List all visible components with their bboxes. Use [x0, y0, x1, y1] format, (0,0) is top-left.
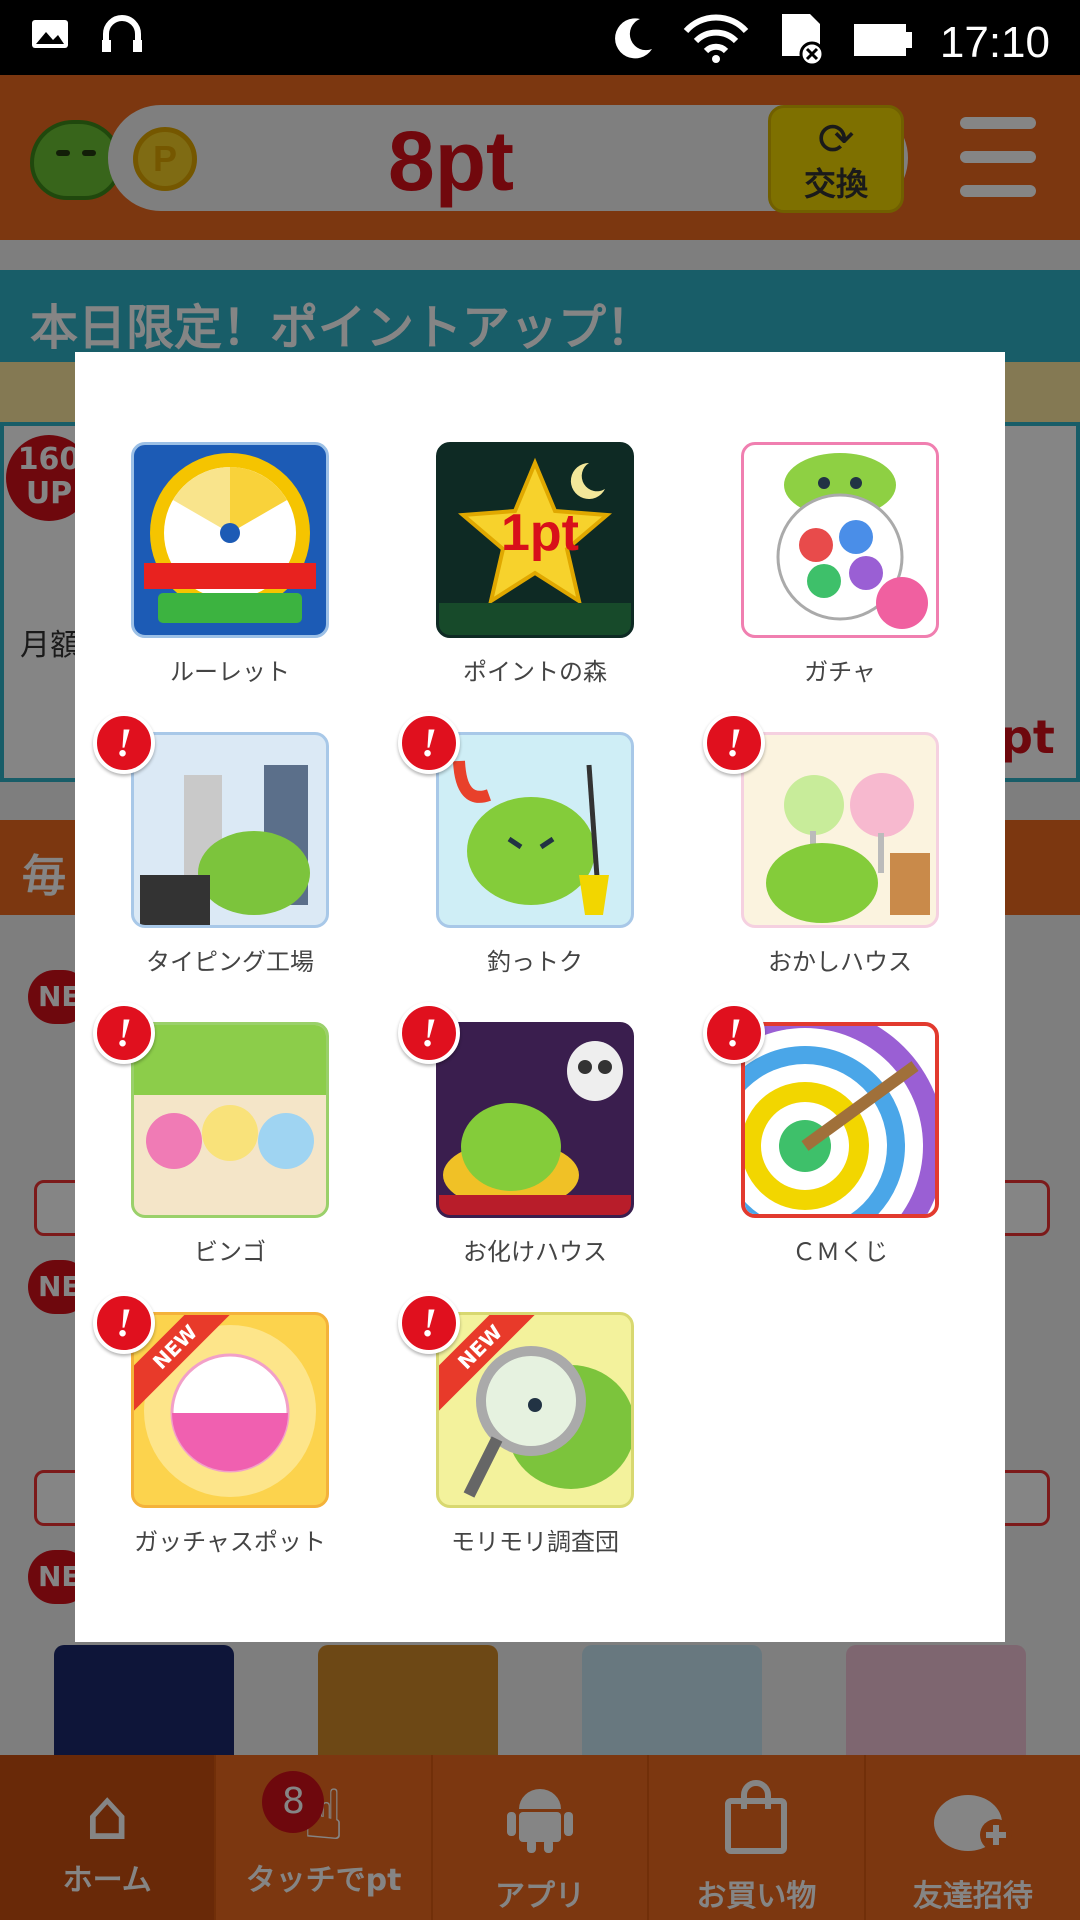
game-gatcha-spot[interactable]: NEW ガッチャスポット — [75, 1222, 375, 1556]
alert-badge-icon: ! — [703, 712, 765, 774]
typing-factory-icon — [131, 732, 329, 928]
status-time: 17:10 — [939, 18, 1050, 67]
game-typing-factory[interactable]: タイピング工場 — [75, 642, 375, 976]
fishing-icon — [436, 732, 634, 928]
do-not-disturb-moon-icon — [610, 15, 656, 71]
game-gacha[interactable]: ガチャ — [685, 352, 985, 686]
game-roulette[interactable]: ルーレット — [75, 352, 375, 686]
game-bingo[interactable]: ビンゴ — [75, 932, 375, 1266]
game-label: ＣＭくじ — [792, 1238, 888, 1266]
one-pt-badge: 1pt — [501, 504, 579, 562]
game-menu-modal: ルーレット 1pt ポイントの森 ガチャ タイピング工場 釣っトク おかしハウス… — [75, 352, 1005, 1642]
wifi-icon — [682, 13, 750, 73]
cm-lottery-dartboard-icon — [741, 1022, 939, 1218]
ghost-house-icon — [436, 1022, 634, 1218]
sd-card-missing-icon — [776, 10, 826, 76]
alert-badge-icon: ! — [398, 712, 460, 774]
alert-badge-icon: ! — [398, 1292, 460, 1354]
sweets-house-icon — [741, 732, 939, 928]
point-forest-star-icon: 1pt — [436, 442, 634, 638]
roulette-icon — [131, 442, 329, 638]
alert-badge-icon: ! — [93, 712, 155, 774]
game-fishing[interactable]: 釣っトク — [380, 642, 680, 976]
game-morimori-research[interactable]: NEW モリモリ調査団 — [380, 1222, 680, 1556]
alert-badge-icon: ! — [93, 1002, 155, 1064]
gacha-machine-icon — [741, 442, 939, 638]
bingo-icon — [131, 1022, 329, 1218]
alert-badge-icon: ! — [93, 1292, 155, 1354]
status-bar: 17:10 — [0, 0, 1080, 75]
headphones-icon — [100, 14, 144, 58]
game-point-forest[interactable]: 1pt ポイントの森 — [380, 352, 680, 686]
battery-icon — [852, 19, 914, 68]
game-label: ガッチャスポット — [134, 1528, 326, 1556]
alert-badge-icon: ! — [703, 1002, 765, 1064]
alert-badge-icon: ! — [398, 1002, 460, 1064]
image-notification-icon — [30, 16, 70, 56]
game-label: モリモリ調査団 — [451, 1528, 619, 1556]
game-sweets-house[interactable]: おかしハウス — [685, 642, 985, 976]
game-ghost-house[interactable]: お化けハウス — [380, 932, 680, 1266]
game-cm-lottery[interactable]: ＣＭくじ — [685, 932, 985, 1266]
gatcha-spot-capsule-icon: NEW — [131, 1312, 329, 1508]
morimori-magnifier-icon: NEW — [436, 1312, 634, 1508]
